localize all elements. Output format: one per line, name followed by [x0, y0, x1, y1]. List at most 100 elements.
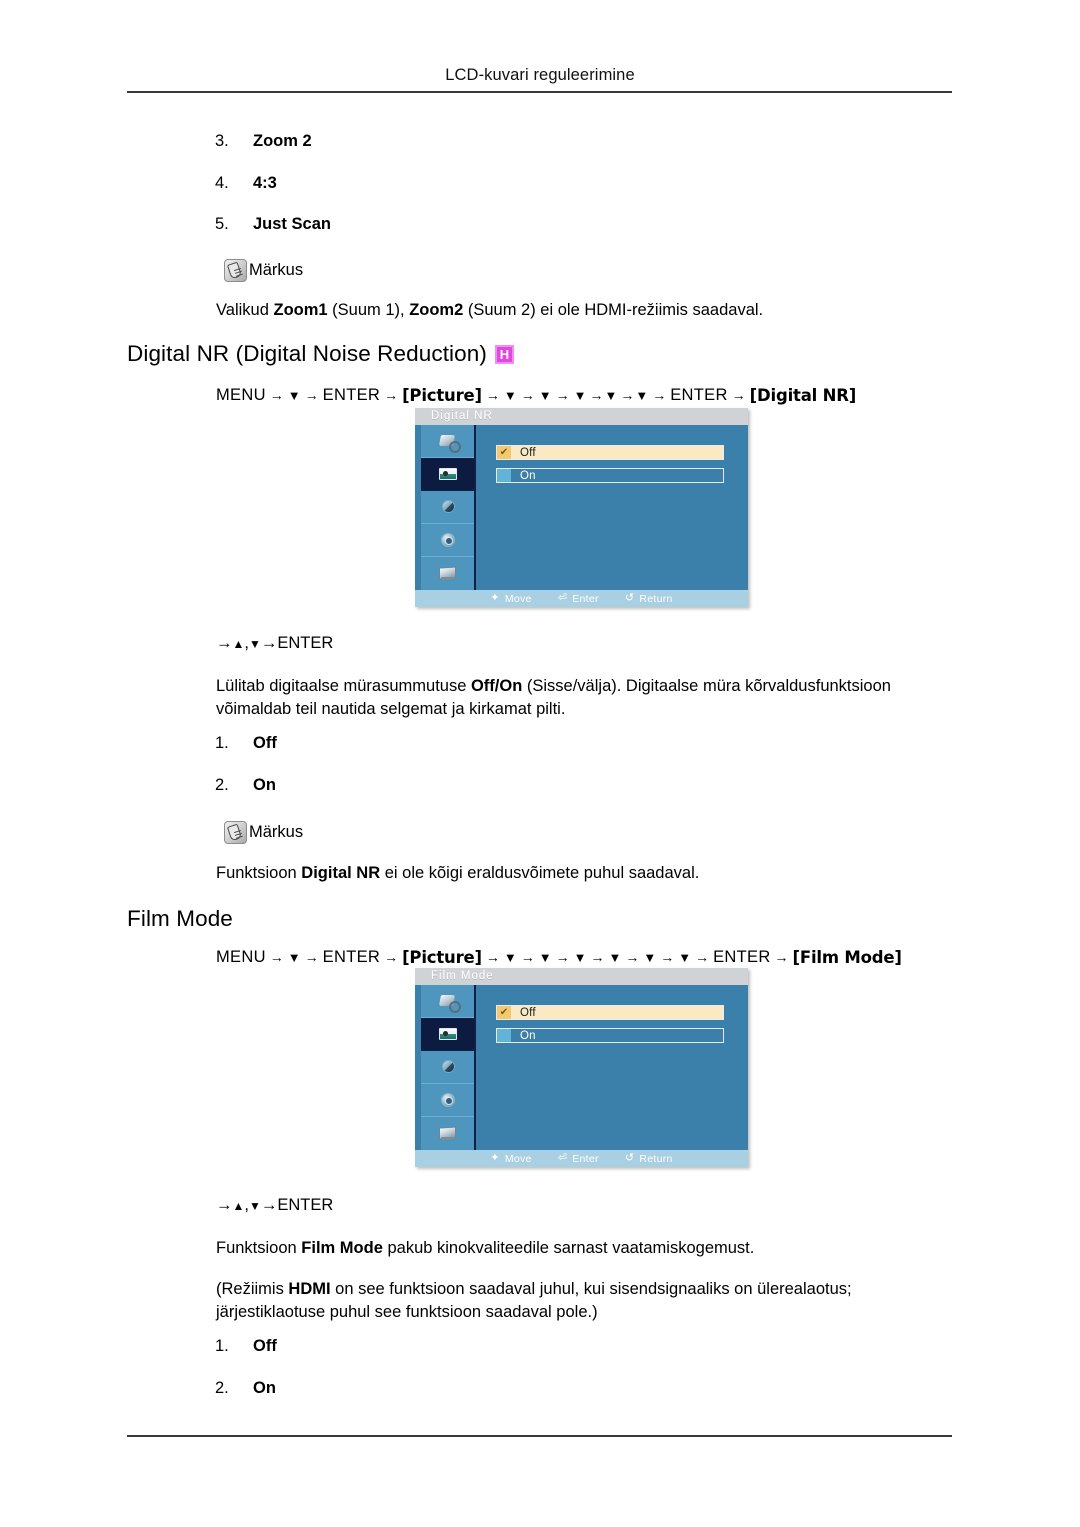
osd-option-row-on[interactable]: On — [496, 1028, 724, 1043]
list-item-label: Off — [253, 1337, 277, 1355]
description-bold-offon: Off/On — [470, 677, 523, 695]
arrow-icon: → — [660, 948, 675, 965]
osd-sidebar-item-picture[interactable] — [421, 458, 474, 491]
input-icon — [437, 433, 461, 453]
down-arrow-icon: ▼ — [503, 950, 517, 965]
down-arrow-icon: ▼ — [503, 388, 517, 403]
arrow-icon: → — [555, 386, 570, 403]
note-top-bold-zoom2: Zoom2 — [409, 301, 464, 319]
osd-screenshot-film-mode: Film Mode ✔ Off On ✦ Move ⏎ Enter ↺ Retu… — [415, 968, 748, 1167]
down-arrow-icon: ▼ — [608, 950, 622, 965]
list-item-label: Just Scan — [253, 215, 331, 233]
return-icon: ↺ — [624, 592, 635, 604]
arrow-icon: → — [260, 1196, 278, 1214]
arrow-icon: → — [216, 1196, 233, 1214]
list-item-label: 4:3 — [253, 173, 277, 192]
menu-path-enter: ENTER — [322, 386, 381, 404]
arrow-icon: → — [695, 948, 710, 965]
osd-sidebar-item-setup[interactable] — [421, 524, 474, 557]
arrow-icon: → — [384, 386, 399, 403]
down-arrow-icon: ▼ — [248, 1199, 261, 1213]
note-markus-top: Märkus — [224, 259, 303, 282]
note-part-1: Funktsioon — [216, 864, 302, 882]
arrow-icon: → — [485, 386, 500, 403]
hdmi-note-bold: HDMI — [288, 1280, 331, 1298]
osd-option-row-off[interactable]: ✔ Off — [496, 1005, 724, 1020]
down-arrow-icon: ▼ — [643, 950, 657, 965]
osd-option-label: Off — [520, 1006, 536, 1019]
list-item-number: 1. — [215, 1337, 229, 1355]
osd-footer-label: Move — [504, 1152, 532, 1165]
osd-sidebar-item-input[interactable] — [421, 425, 474, 458]
enter-icon: ⏎ — [557, 1152, 568, 1164]
note-markus-digital-nr: Märkus — [224, 821, 303, 844]
sound-icon — [437, 1059, 459, 1076]
osd-footer-enter: ⏎ Enter — [558, 1153, 599, 1165]
osd-sidebar-item-input[interactable] — [421, 985, 474, 1018]
osd-title: Digital NR — [415, 408, 748, 425]
osd-footer: ✦ Move ⏎ Enter ↺ Return — [415, 1150, 748, 1167]
note-pen-icon — [224, 259, 247, 282]
multi-control-icon — [437, 1125, 459, 1142]
osd-sidebar-item-sound[interactable] — [421, 491, 474, 524]
osd-sidebar-item-multi-control[interactable] — [421, 557, 474, 590]
osd-footer-return: ↺ Return — [625, 593, 673, 605]
move-icon: ✦ — [490, 1152, 500, 1164]
osd-sidebar-item-picture[interactable] — [421, 1018, 474, 1051]
menu-path-enter: ENTER — [670, 386, 728, 404]
down-arrow-icon: ▼ — [538, 388, 552, 403]
top-option-list: 3. Zoom 2 4. 4:3 5. Just Scan — [215, 133, 331, 233]
description-digital-nr: Lülitab digitaalse mürasummutuse Off/On … — [216, 675, 956, 721]
arrow-icon: → — [269, 948, 284, 965]
list-item: 5. Just Scan — [215, 216, 331, 233]
list-item-label: On — [253, 1378, 276, 1397]
menu-path-start: MENU — [216, 948, 266, 966]
setup-icon — [437, 532, 459, 549]
input-icon — [437, 993, 461, 1013]
osd-sidebar-item-multi-control[interactable] — [421, 1117, 474, 1150]
list-item: 2. On — [215, 1378, 277, 1397]
header-rule — [127, 91, 952, 93]
note-top-mid1: (Suum 1), — [327, 301, 410, 319]
arrow-icon: → — [555, 948, 570, 965]
description-part-1: Funktsioon — [216, 1239, 302, 1257]
arrow-icon: → — [731, 386, 746, 403]
note-top-body: Valikud Zoom1 (Suum 1), Zoom2 (Suum 2) e… — [216, 299, 876, 322]
menu-chip-target: [Film Mode] — [792, 948, 902, 967]
osd-screenshot-digital-nr: Digital NR ✔ Off On ✦ Move ⏎ Enter ↺ Ret… — [415, 408, 748, 607]
osd-body: ✔ Off On — [478, 985, 742, 1150]
note-pen-icon — [224, 821, 247, 844]
osd-sidebar-item-setup[interactable] — [421, 1084, 474, 1117]
list-item-label: On — [253, 775, 276, 794]
osd-footer-move: ✦ Move — [490, 1153, 531, 1165]
menu-chip-picture: [Picture] — [402, 948, 482, 967]
arrow-icon: → — [304, 948, 319, 965]
option-list-film-mode: 1. Off 2. On — [215, 1338, 277, 1396]
enter-line-enter: ENTER — [277, 634, 334, 652]
osd-option-row-off[interactable]: ✔ Off — [496, 445, 724, 460]
check-icon — [497, 1029, 511, 1042]
list-item: 2. On — [215, 775, 277, 794]
arrow-icon: → — [216, 634, 233, 652]
osd-footer-return: ↺ Return — [625, 1153, 673, 1165]
osd-option-row-on[interactable]: On — [496, 468, 724, 483]
note-digital-nr-body: Funktsioon Digital NR ei ole kõigi erald… — [216, 862, 916, 885]
note-label: Märkus — [249, 823, 304, 841]
note-part-2: ei ole kõigi eraldusvõimete puhul saadav… — [380, 864, 700, 882]
check-icon: ✔ — [497, 1006, 511, 1019]
osd-sidebar-item-sound[interactable] — [421, 1051, 474, 1084]
note-top-bold-zoom1: Zoom1 — [273, 301, 328, 319]
arrow-icon: → — [652, 386, 667, 403]
osd-footer-label: Enter — [572, 1152, 599, 1165]
osd-title: Film Mode — [415, 968, 748, 985]
menu-path-enter: ENTER — [322, 948, 381, 966]
arrow-icon: → — [269, 386, 284, 403]
description-bold-film-mode: Film Mode — [301, 1239, 383, 1257]
osd-footer-enter: ⏎ Enter — [558, 593, 599, 605]
list-item-number: 2. — [215, 775, 229, 794]
osd-option-label: On — [520, 1029, 536, 1042]
setup-icon — [437, 1092, 459, 1109]
list-item-number: 1. — [215, 734, 229, 752]
list-item: 1. Off — [215, 1338, 277, 1355]
description-part-2: pakub kinokvaliteedile sarnast vaatamisk… — [382, 1239, 755, 1257]
